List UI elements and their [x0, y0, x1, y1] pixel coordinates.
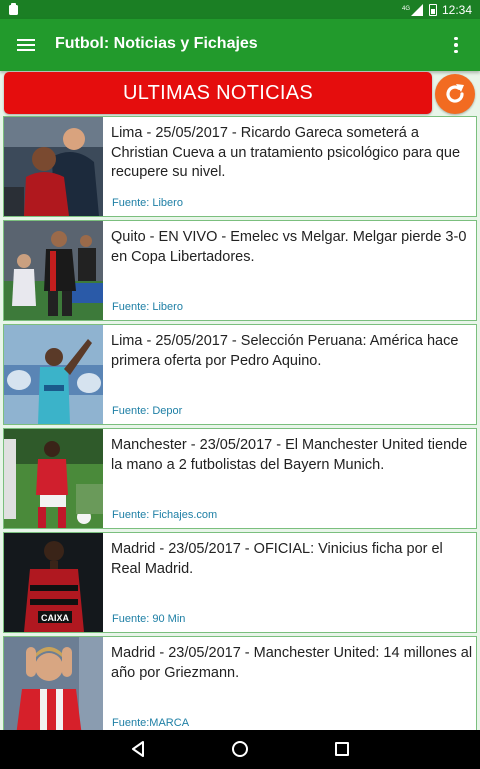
news-card[interactable]: Lima - 25/05/2017 - Ricardo Gareca somet…	[3, 116, 477, 217]
news-card[interactable]: Madrid - 23/05/2017 - Manchester United:…	[3, 636, 477, 730]
home-icon[interactable]	[232, 741, 248, 757]
news-source: Fuente: 90 Min	[112, 613, 186, 625]
news-source: Fuente: Depor	[112, 405, 183, 417]
news-card[interactable]: Quito - EN VIVO - Emelec vs Melgar. Melg…	[3, 220, 477, 321]
overflow-menu-icon[interactable]	[444, 33, 468, 57]
news-source: Fuente: Libero	[112, 197, 183, 209]
news-headline: Manchester - 23/05/2017 - El Manchester …	[111, 437, 468, 473]
status-bar: 4G 12:34	[0, 0, 480, 19]
news-thumbnail	[4, 637, 103, 730]
news-headline: Madrid - 23/05/2017 - Manchester United:…	[111, 645, 473, 681]
news-card[interactable]: Lima - 25/05/2017 - Selección Peruana: A…	[3, 324, 477, 425]
news-source: Fuente: Libero	[112, 301, 183, 313]
system-navigation-bar	[0, 730, 480, 769]
signal-icon: 4G	[402, 3, 424, 16]
refresh-icon	[446, 84, 464, 103]
news-source: Fuente:MARCA	[112, 717, 190, 729]
clock: 12:34	[441, 2, 472, 17]
news-source: Fuente: Fichajes.com	[112, 509, 218, 521]
news-thumbnail	[4, 117, 103, 216]
latest-news-banner[interactable]: ULTIMAS NOTICIAS	[4, 72, 432, 114]
refresh-button[interactable]	[435, 74, 475, 114]
news-feed[interactable]: Lima - 25/05/2017 - Ricardo Gareca somet…	[0, 115, 480, 730]
battery-icon	[428, 3, 437, 16]
news-thumbnail	[4, 221, 103, 320]
jersey-sponsor-text: CAIXA	[41, 613, 70, 623]
news-thumbnail	[4, 429, 103, 528]
news-card[interactable]: CAIXA Madrid - 23/05/2017 - OFICIAL: Vin…	[3, 532, 477, 633]
hamburger-menu-icon[interactable]	[14, 33, 38, 57]
app-bar: Futbol: Noticias y Fichajes	[0, 19, 480, 71]
news-headline: Lima - 25/05/2017 - Selección Peruana: A…	[111, 333, 459, 369]
news-thumbnail: CAIXA	[4, 533, 103, 632]
news-card[interactable]: Manchester - 23/05/2017 - El Manchester …	[3, 428, 477, 529]
news-headline: Quito - EN VIVO - Emelec vs Melgar. Melg…	[111, 229, 467, 265]
app-title: Futbol: Noticias y Fichajes	[55, 35, 258, 52]
news-headline: Lima - 25/05/2017 - Ricardo Gareca somet…	[111, 125, 461, 180]
news-headline: Madrid - 23/05/2017 - OFICIAL: Vinicius …	[111, 541, 443, 577]
recent-apps-icon[interactable]	[335, 742, 349, 756]
back-icon[interactable]	[130, 741, 146, 757]
network-type: 4G	[402, 6, 410, 12]
news-thumbnail	[4, 325, 103, 424]
android-notification-icon	[9, 3, 18, 15]
